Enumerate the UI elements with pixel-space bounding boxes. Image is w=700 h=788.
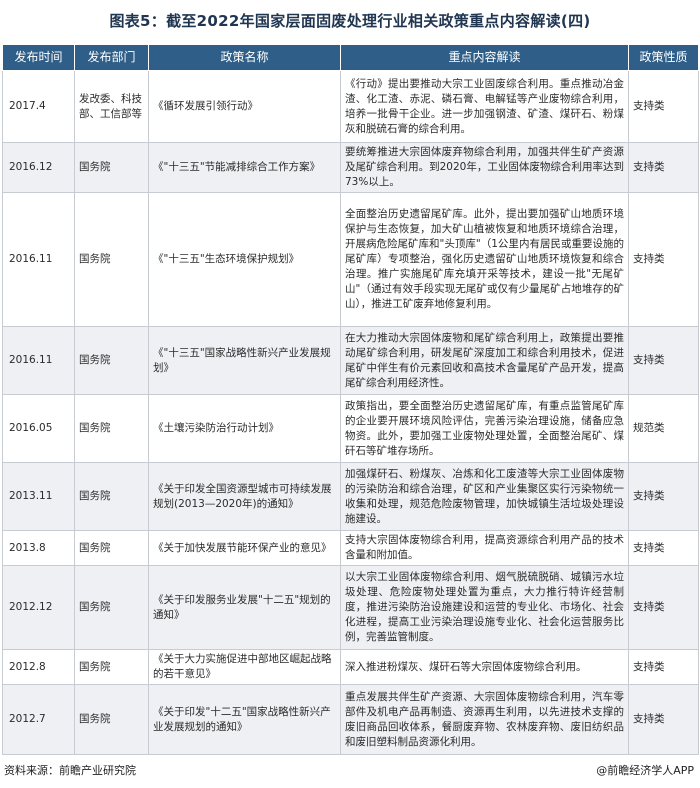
cell-date: 2016.11 [2, 326, 75, 395]
cell-dept: 国务院 [74, 142, 149, 193]
table-row: 2013.11 国务院 《关于印发全国资源型城市可持续发展规划(2013—202… [2, 462, 699, 531]
cell-date: 2012.8 [2, 649, 75, 685]
cell-key-content: 要统筹推进大宗固体废弃物综合利用，加强共伴生矿产资源及尾矿综合利用。到2020年… [340, 142, 629, 193]
cell-nature: 支持类 [628, 326, 699, 395]
cell-dept: 国务院 [74, 684, 149, 755]
cell-policy-name: 《关于印发"十二五"国家战略性新兴产业发展规划的通知》 [148, 684, 341, 755]
cell-dept: 国务院 [74, 326, 149, 395]
cell-key-content: 《行动》提出要推动大宗工业固废综合利用。重点推动冶金渣、化工渣、赤泥、磷石膏、电… [340, 70, 629, 143]
policy-table: 发布时间 发布部门 政策名称 重点内容解读 政策性质 2017.4 发改委、科技… [2, 44, 699, 755]
header-key-content: 重点内容解读 [340, 44, 629, 71]
table-header-row: 发布时间 发布部门 政策名称 重点内容解读 政策性质 [2, 44, 699, 71]
cell-key-content: 政策指出，要全面整治历史遗留尾矿库，有重点监管尾矿库的企业要开展环境风险评估，完… [340, 394, 629, 463]
header-dept: 发布部门 [74, 44, 149, 71]
cell-nature: 支持类 [628, 565, 699, 650]
cell-nature: 支持类 [628, 530, 699, 566]
cell-policy-name: 《土壤污染防治行动计划》 [148, 394, 341, 463]
cell-date: 2012.12 [2, 565, 75, 650]
header-policy-name: 政策名称 [148, 44, 341, 71]
cell-policy-name: 《"十三五"节能减排综合工作方案》 [148, 142, 341, 193]
table-row: 2016.11 国务院 《"十三五"国家战略性新兴产业发展规划》 在大力推动大宗… [2, 326, 699, 395]
cell-nature: 支持类 [628, 70, 699, 143]
header-date: 发布时间 [2, 44, 75, 71]
cell-key-content: 全面整治历史遗留尾矿库。此外，提出要加强矿山地质环境保护与生态恢复，加大矿山植被… [340, 192, 629, 327]
header-nature: 政策性质 [628, 44, 699, 71]
cell-policy-name: 《关于印发全国资源型城市可持续发展规划(2013—2020年)的通知》 [148, 462, 341, 531]
table-row: 2016.11 国务院 《"十三五"生态环境保护规划》 全面整治历史遗留尾矿库。… [2, 192, 699, 327]
table-row: 2012.8 国务院 《关于大力实施促进中部地区崛起战略的若干意见》 深入推进粉… [2, 649, 699, 685]
brand-credit: @前瞻经济学人APP [596, 764, 694, 777]
cell-dept: 发改委、科技部、工信部等 [74, 70, 149, 143]
cell-date: 2013.11 [2, 462, 75, 531]
cell-dept: 国务院 [74, 462, 149, 531]
table-row: 2012.7 国务院 《关于印发"十二五"国家战略性新兴产业发展规划的通知》 重… [2, 684, 699, 755]
cell-dept: 国务院 [74, 192, 149, 327]
cell-policy-name: 《循环发展引领行动》 [148, 70, 341, 143]
cell-date: 2012.7 [2, 684, 75, 755]
table-row: 2016.05 国务院 《土壤污染防治行动计划》 政策指出，要全面整治历史遗留尾… [2, 394, 699, 463]
cell-dept: 国务院 [74, 649, 149, 685]
page-title: 图表5：截至2022年国家层面固废处理行业相关政策重点内容解读(四) [109, 12, 591, 30]
cell-policy-name: 《"十三五"国家战略性新兴产业发展规划》 [148, 326, 341, 395]
cell-nature: 支持类 [628, 192, 699, 327]
cell-nature: 规范类 [628, 394, 699, 463]
cell-date: 2017.4 [2, 70, 75, 143]
cell-policy-name: 《关于加快发展节能环保产业的意见》 [148, 530, 341, 566]
cell-key-content: 重点发展共伴生矿产资源、大宗固体废物综合利用，汽车零部件及机电产品再制造、资源再… [340, 684, 629, 755]
cell-date: 2013.8 [2, 530, 75, 566]
cell-key-content: 在大力推动大宗固体废物和尾矿综合利用上，政策提出要推动尾矿综合利用，研发尾矿深度… [340, 326, 629, 395]
cell-key-content: 加强煤矸石、粉煤灰、冶炼和化工废渣等大宗工业固体废物的污染防治和综合治理，矿区和… [340, 462, 629, 531]
table-row: 2013.8 国务院 《关于加快发展节能环保产业的意见》 支持大宗固体废物综合利… [2, 530, 699, 566]
cell-key-content: 支持大宗固体废物综合利用，提高资源综合利用产品的技术含量和附加值。 [340, 530, 629, 566]
source-note: 资料来源：前瞻产业研究院 [4, 764, 136, 777]
cell-date: 2016.11 [2, 192, 75, 327]
cell-nature: 支持类 [628, 684, 699, 755]
cell-date: 2016.12 [2, 142, 75, 193]
cell-dept: 国务院 [74, 394, 149, 463]
cell-nature: 支持类 [628, 142, 699, 193]
cell-policy-name: 《关于大力实施促进中部地区崛起战略的若干意见》 [148, 649, 341, 685]
cell-dept: 国务院 [74, 565, 149, 650]
table-row: 2016.12 国务院 《"十三五"节能减排综合工作方案》 要统筹推进大宗固体废… [2, 142, 699, 193]
cell-date: 2016.05 [2, 394, 75, 463]
table-row: 2017.4 发改委、科技部、工信部等 《循环发展引领行动》 《行动》提出要推动… [2, 70, 699, 143]
cell-key-content: 以大宗工业固体废物综合利用、烟气脱硫脱硝、城镇污水垃圾处理、危险废物处理处置为重… [340, 565, 629, 650]
cell-policy-name: 《"十三五"生态环境保护规划》 [148, 192, 341, 327]
cell-nature: 支持类 [628, 462, 699, 531]
cell-nature: 支持类 [628, 649, 699, 685]
cell-policy-name: 《关于印发服务业发展"十二五"规划的通知》 [148, 565, 341, 650]
table-row: 2012.12 国务院 《关于印发服务业发展"十二五"规划的通知》 以大宗工业固… [2, 565, 699, 650]
cell-key-content: 深入推进粉煤灰、煤矸石等大宗固体废物综合利用。 [340, 649, 629, 685]
cell-dept: 国务院 [74, 530, 149, 566]
